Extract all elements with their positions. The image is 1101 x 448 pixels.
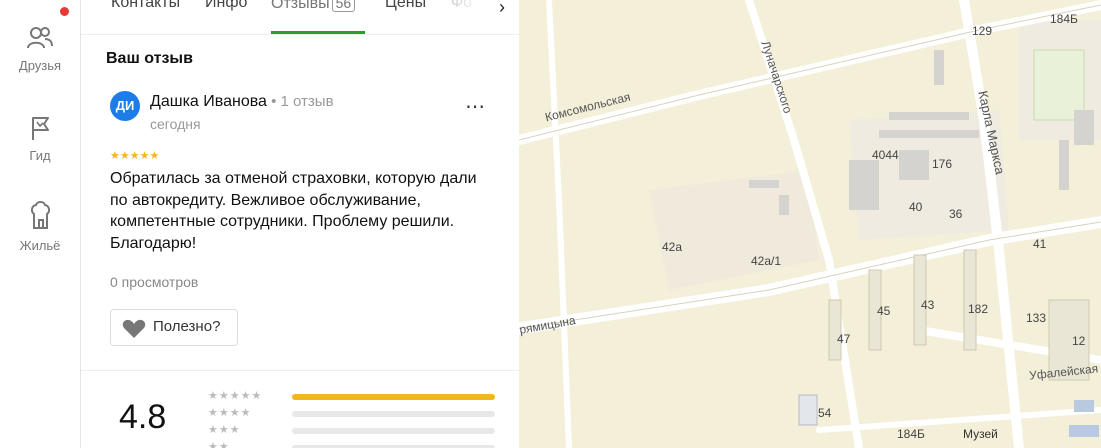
helpful-button[interactable]: Полезно? [110, 309, 238, 346]
active-tab-indicator [271, 31, 365, 34]
bar-track [292, 411, 495, 417]
tab-prices[interactable]: Цены [385, 0, 426, 12]
review-stars: ★★★★★ [110, 150, 160, 162]
info-panel: Контакты Инфо Отзывы56 Цены Фо › Ваш отз… [81, 0, 519, 448]
rail-item-housing[interactable]: Жильё [0, 200, 80, 253]
rail-item-guide[interactable]: Гид [0, 114, 80, 163]
views-count: 0 просмотров [110, 274, 199, 290]
notification-dot [60, 7, 69, 16]
bar-stars: ★★ [208, 441, 230, 448]
tab-reviews[interactable]: Отзывы 56 [271, 0, 356, 13]
map-house-number: 36 [949, 207, 963, 221]
tab-bar: Контакты Инфо Отзывы56 Цены Фо › [81, 0, 519, 35]
map-house-number: 4044 [872, 148, 899, 162]
map-house-number: 182 [968, 302, 989, 316]
map-house-number: 184Б [1050, 12, 1078, 26]
bar-fill [292, 394, 495, 400]
bar-track [292, 428, 495, 434]
average-rating: 4.8 [119, 398, 167, 436]
bar-stars: ★★★ [208, 424, 241, 436]
map-house-number: 54 [818, 406, 832, 420]
review-author[interactable]: Дашка Иванова • 1 отзыв [150, 93, 334, 111]
map-house-number: 176 [932, 157, 953, 171]
map-house-number: 45 [877, 304, 891, 318]
map-house-number: 184Б [897, 427, 925, 441]
helpful-label: Полезно? [153, 318, 221, 335]
map-house-number: 12 [1072, 334, 1086, 348]
friends-icon [27, 27, 53, 49]
map-house-number: 41 [1033, 237, 1047, 251]
housing-icon [30, 201, 51, 229]
map-house-number: 129 [972, 24, 993, 38]
more-options-icon[interactable]: ⋯ [465, 94, 486, 119]
rail-item-friends[interactable]: Друзья [0, 24, 80, 73]
map-house-number: 43 [921, 298, 935, 312]
tab-reviews-label: Отзывы [271, 0, 330, 12]
author-name[interactable]: Дашка Иванова [150, 93, 267, 110]
map-house-number: 42а/1 [751, 254, 782, 268]
heart-icon [122, 319, 146, 338]
review-date: сегодня [150, 116, 201, 132]
map-house-number: 133 [1026, 311, 1047, 325]
rail-item-label: Гид [29, 148, 51, 163]
bar-stars: ★★★★ [208, 407, 252, 419]
map-canvas [519, 0, 1101, 448]
reviews-count-badge: 56 [331, 0, 356, 12]
map-house-number: 42а [662, 240, 683, 254]
section-title: Ваш отзыв [106, 50, 193, 67]
map-view[interactable]: Комсомольская Луначарского Карла Маркса … [519, 0, 1101, 448]
avatar[interactable]: ДИ [110, 91, 140, 121]
map-house-number: 40 [909, 200, 923, 214]
map-house-number: 47 [837, 332, 851, 346]
author-review-count: • 1 отзыв [266, 93, 334, 110]
tab-contacts[interactable]: Контакты [111, 0, 180, 12]
tab-info[interactable]: Инфо [205, 0, 247, 12]
rail-item-label: Друзья [18, 58, 62, 73]
flag-icon [32, 117, 49, 140]
rail-item-label: Жильё [19, 238, 61, 253]
bar-stars: ★★★★★ [208, 390, 263, 402]
review-text: Обратилась за отменой страховки, которую… [110, 170, 477, 252]
bar-track [292, 394, 495, 400]
left-rail: Друзья Гид Жильё [0, 0, 81, 448]
chevron-right-icon[interactable]: › [499, 0, 505, 18]
map-poi-museum[interactable]: Музей [963, 427, 998, 441]
tab-fade [441, 0, 481, 24]
divider [81, 370, 519, 371]
